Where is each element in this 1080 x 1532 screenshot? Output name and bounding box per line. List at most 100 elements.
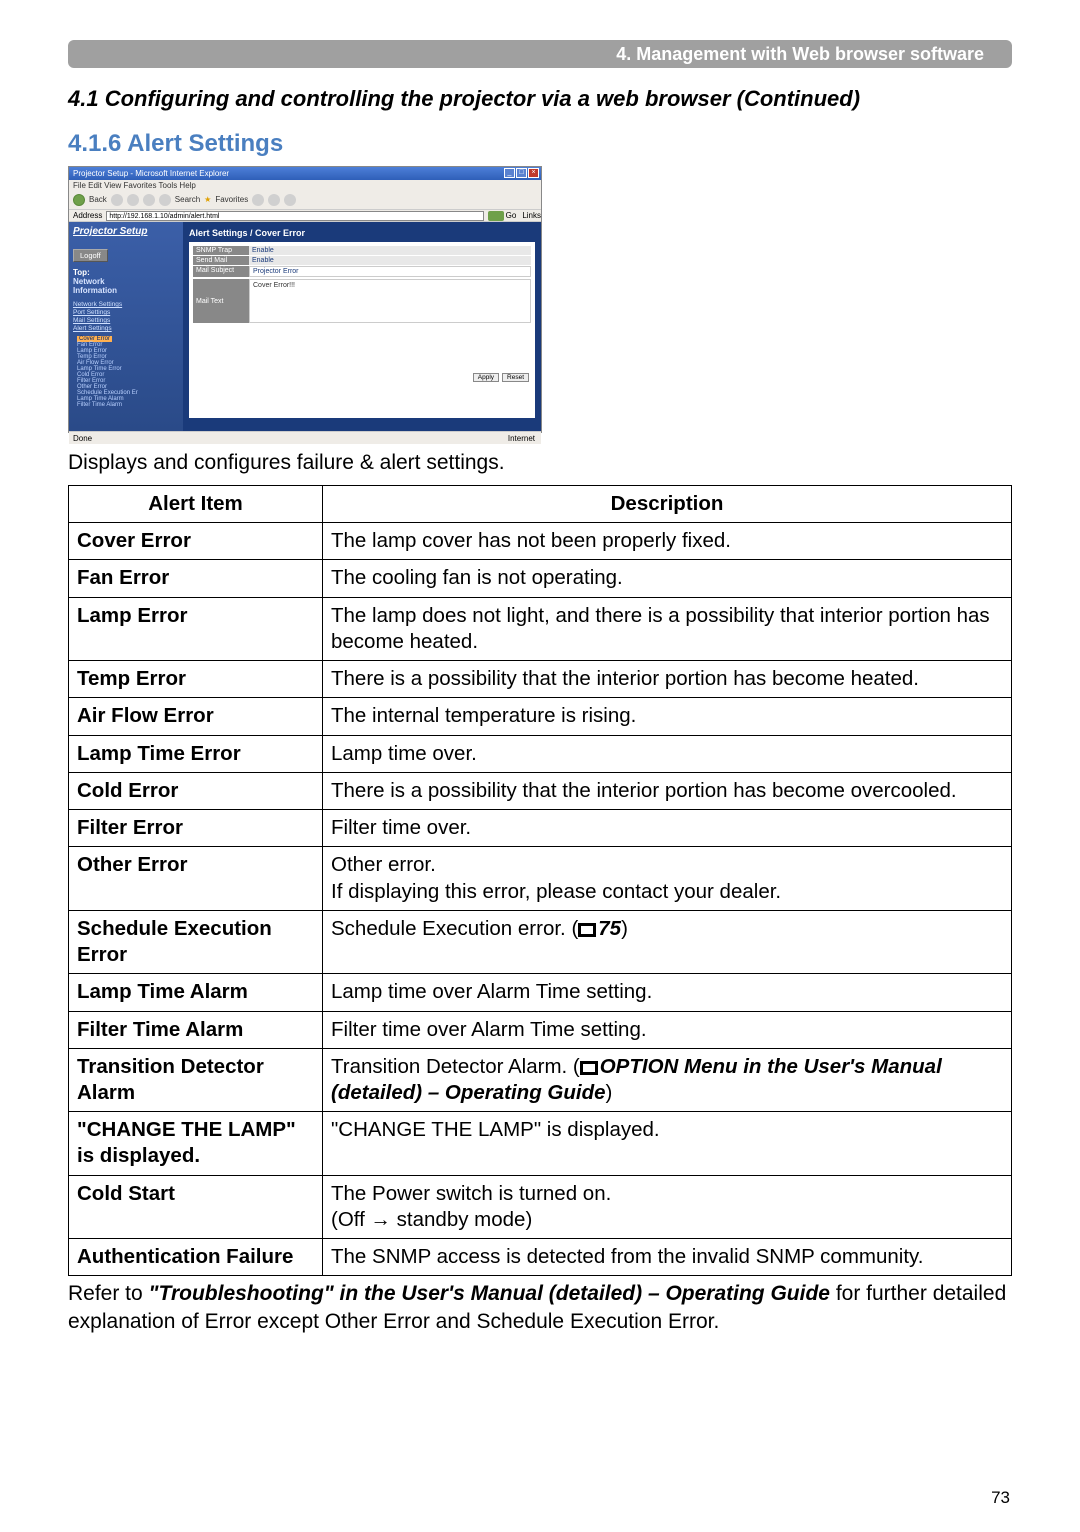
refresh-icon[interactable] xyxy=(143,194,155,206)
browser-screenshot: Projector Setup - Microsoft Internet Exp… xyxy=(68,166,542,433)
sidebar-network[interactable]: Network xyxy=(73,277,179,286)
manual-ref-icon xyxy=(580,1061,598,1075)
description-cell: The internal temperature is rising. xyxy=(323,698,1012,735)
sendmail-label: Send Mail xyxy=(193,256,249,265)
mailtext-label: Mail Text xyxy=(193,279,249,323)
alert-item-cell: Schedule Execution Error xyxy=(69,910,323,973)
sidebar-link-alert-settings[interactable]: Alert Settings xyxy=(73,325,179,332)
links-label[interactable]: Links xyxy=(522,209,541,222)
sidebar-link-mail-settings[interactable]: Mail Settings xyxy=(73,317,179,324)
alert-item-cell: Fan Error xyxy=(69,560,323,597)
table-row: Filter ErrorFilter time over. xyxy=(69,810,1012,847)
alert-item-cell: Lamp Error xyxy=(69,597,323,660)
description-cell: The lamp cover has not been properly fix… xyxy=(323,523,1012,560)
print-icon[interactable] xyxy=(284,194,296,206)
sidebar-link-network-settings[interactable]: Network Settings xyxy=(73,301,179,308)
history-icon[interactable] xyxy=(252,194,264,206)
page-ref: 75 xyxy=(598,917,621,940)
description-cell: The SNMP access is detected from the inv… xyxy=(323,1239,1012,1276)
mail-icon[interactable] xyxy=(268,194,280,206)
section-header-bar: 4. Management with Web browser software xyxy=(68,40,1012,68)
table-row: Filter Time AlarmFilter time over Alarm … xyxy=(69,1011,1012,1048)
snmp-trap-value[interactable]: Enable xyxy=(249,246,531,255)
status-text: Done xyxy=(73,434,92,443)
stop-icon[interactable] xyxy=(127,194,139,206)
description-cell: Lamp time over. xyxy=(323,735,1012,772)
sidebar-sub-filtertime-alarm[interactable]: Filter Time Alarm xyxy=(77,402,179,408)
logoff-button[interactable]: Logoff xyxy=(73,249,108,262)
back-icon[interactable] xyxy=(73,194,85,206)
sidebar-information[interactable]: Information xyxy=(73,286,179,295)
alert-item-cell: Filter Error xyxy=(69,810,323,847)
table-row: Lamp Time ErrorLamp time over. xyxy=(69,735,1012,772)
section-header-text: 4. Management with Web browser software xyxy=(616,44,984,65)
menu-bar[interactable]: File Edit View Favorites Tools Help xyxy=(69,180,541,191)
table-row: Air Flow ErrorThe internal temperature i… xyxy=(69,698,1012,735)
toolbar: Back Search ★ Favorites xyxy=(69,191,541,209)
alert-item-cell: Other Error xyxy=(69,847,323,910)
address-label: Address xyxy=(73,209,102,222)
subsection-title: 4.1.6 Alert Settings xyxy=(68,130,1012,158)
search-label[interactable]: Search xyxy=(175,191,200,209)
alert-item-cell: Cold Error xyxy=(69,772,323,809)
home-icon[interactable] xyxy=(159,194,171,206)
description-cell: There is a possibility that the interior… xyxy=(323,661,1012,698)
description-cell: Filter time over. xyxy=(323,810,1012,847)
apply-button[interactable]: Apply xyxy=(473,373,499,382)
minimize-icon[interactable]: _ xyxy=(504,168,515,178)
table-row: Authentication FailureThe SNMP access is… xyxy=(69,1239,1012,1276)
reset-button[interactable]: Reset xyxy=(502,373,529,382)
intro-text: Displays and configures failure & alert … xyxy=(68,451,1012,475)
table-row: Fan ErrorThe cooling fan is not operatin… xyxy=(69,560,1012,597)
alert-item-cell: Lamp Time Error xyxy=(69,735,323,772)
sidebar-top[interactable]: Top: xyxy=(73,268,179,277)
table-row: Schedule Execution ErrorSchedule Executi… xyxy=(69,910,1012,973)
maximize-icon[interactable]: □ xyxy=(516,168,527,178)
sidebar: Projector Setup Logoff Top: Network Info… xyxy=(69,222,183,431)
back-label[interactable]: Back xyxy=(89,191,107,209)
manual-ref-icon xyxy=(578,923,596,937)
go-label[interactable]: Go xyxy=(506,209,517,222)
alert-item-cell: Filter Time Alarm xyxy=(69,1011,323,1048)
address-input[interactable]: http://192.168.1.10/admin/alert.html xyxy=(106,211,483,221)
table-row: Cold ErrorThere is a possibility that th… xyxy=(69,772,1012,809)
mailsubject-label: Mail Subject xyxy=(193,266,249,277)
address-bar: Address http://192.168.1.10/admin/alert.… xyxy=(69,209,541,222)
description-cell: "CHANGE THE LAMP" is displayed. xyxy=(323,1112,1012,1175)
description-cell: The cooling fan is not operating. xyxy=(323,560,1012,597)
footer-prefix: Refer to xyxy=(68,1282,149,1305)
description-cell: The Power switch is turned on.(Off → sta… xyxy=(323,1175,1012,1238)
sidebar-link-port-settings[interactable]: Port Settings xyxy=(73,309,179,316)
description-cell: Filter time over Alarm Time setting. xyxy=(323,1011,1012,1048)
alert-item-cell: Temp Error xyxy=(69,661,323,698)
sendmail-value[interactable]: Enable xyxy=(249,256,531,265)
th-description: Description xyxy=(323,486,1012,523)
go-button[interactable] xyxy=(488,211,504,221)
favorites-label[interactable]: Favorites xyxy=(215,191,248,209)
favorites-star-icon[interactable]: ★ xyxy=(204,191,211,209)
table-row: Lamp Time AlarmLamp time over Alarm Time… xyxy=(69,974,1012,1011)
close-icon[interactable]: × xyxy=(528,168,539,178)
status-zone: Internet xyxy=(508,432,535,445)
alert-item-cell: Air Flow Error xyxy=(69,698,323,735)
table-row: "CHANGE THE LAMP" is displayed."CHANGE T… xyxy=(69,1112,1012,1175)
alert-item-cell: Transition Detector Alarm xyxy=(69,1048,323,1111)
forward-icon[interactable] xyxy=(111,194,123,206)
page-number: 73 xyxy=(991,1488,1010,1508)
footer-note: Refer to "Troubleshooting" in the User's… xyxy=(68,1280,1012,1335)
manual-ref-text: OPTION Menu in the User's Manual (detail… xyxy=(331,1055,942,1104)
table-row: Other ErrorOther error.If displaying thi… xyxy=(69,847,1012,910)
description-cell: The lamp does not light, and there is a … xyxy=(323,597,1012,660)
main-panel: Alert Settings / Cover Error SNMP TrapEn… xyxy=(183,222,541,431)
mailtext-input[interactable]: Cover Error!!! xyxy=(249,279,531,323)
window-title: Projector Setup - Microsoft Internet Exp… xyxy=(73,169,229,178)
mailsubject-input[interactable]: Projector Error xyxy=(249,266,531,277)
alert-item-cell: Cover Error xyxy=(69,523,323,560)
alert-item-cell: Authentication Failure xyxy=(69,1239,323,1276)
description-cell: Other error.If displaying this error, pl… xyxy=(323,847,1012,910)
table-row: Temp ErrorThere is a possibility that th… xyxy=(69,661,1012,698)
description-cell: There is a possibility that the interior… xyxy=(323,772,1012,809)
alert-item-cell: Lamp Time Alarm xyxy=(69,974,323,1011)
section-title: 4.1 Configuring and controlling the proj… xyxy=(68,86,1012,112)
table-row: Transition Detector AlarmTransition Dete… xyxy=(69,1048,1012,1111)
